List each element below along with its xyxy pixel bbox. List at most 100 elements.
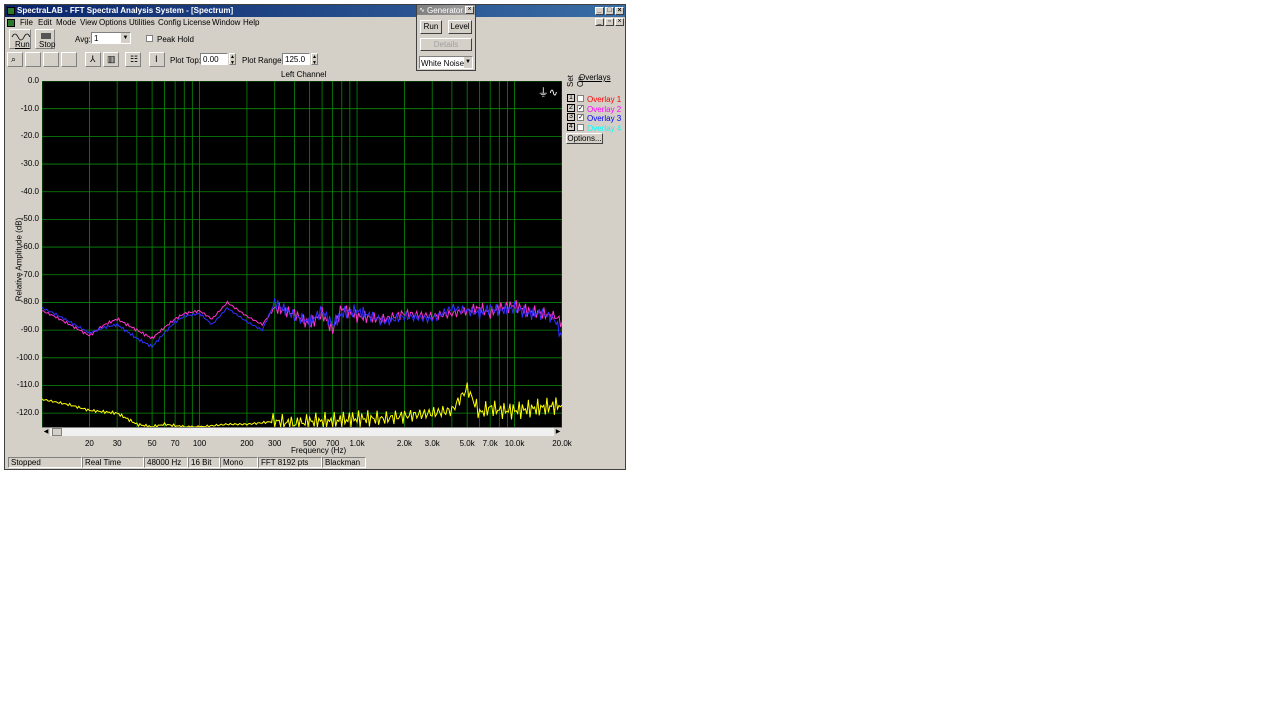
overlay-on-checkbox[interactable] [577, 123, 584, 131]
x-tick-label: 100 [192, 439, 207, 448]
plot-title: Left Channel [281, 70, 327, 79]
line-mode-button[interactable]: ⅄ [85, 52, 101, 67]
plot-range-spinner[interactable]: ▲ ▼ [311, 53, 318, 66]
bar-mode-button[interactable]: ▥ [103, 52, 119, 67]
stop-button[interactable]: Stop [35, 29, 55, 49]
plot-range-input[interactable]: 125.0 [282, 53, 310, 65]
overlay-options-button[interactable]: Options... [566, 133, 603, 144]
plot-top-label: Plot Top: [170, 56, 201, 65]
avg-label: Avg: [75, 35, 91, 44]
overlay-on-checkbox[interactable]: ✓ [577, 114, 584, 121]
generator-details-button[interactable]: Details [420, 38, 472, 51]
mdi-close-button[interactable]: × [615, 18, 624, 26]
menu-file[interactable]: File [20, 18, 33, 27]
cursor-button[interactable]: Ⅰ [149, 52, 165, 67]
status-window: Blackman [322, 457, 366, 468]
scroll-right-icon[interactable]: ▶ [554, 428, 562, 436]
overlays-set-header: Set [566, 74, 575, 87]
menu-view[interactable]: View [80, 18, 97, 27]
chevron-down-icon[interactable]: ▼ [464, 57, 472, 68]
app-icon [7, 7, 15, 15]
status-state: Stopped [8, 457, 82, 468]
chevron-down-icon[interactable]: ▼ [121, 33, 130, 43]
x-tick-label: 3.0k [424, 439, 440, 448]
overlays-on-header: On [576, 76, 585, 87]
menu-license[interactable]: License [183, 18, 211, 27]
zoom-y-button[interactable] [43, 52, 59, 67]
overlay-set-button[interactable]: 1 [567, 94, 575, 102]
maximize-button[interactable]: □ [605, 7, 614, 15]
generator-close-button[interactable]: × [465, 6, 474, 14]
signal-icon[interactable]: ⏚∿ [538, 84, 558, 100]
menu-options[interactable]: Options [99, 18, 127, 27]
avg-select[interactable]: 1 ▼ [91, 32, 131, 44]
menu-edit[interactable]: Edit [38, 18, 52, 27]
x-axis-label: Frequency (Hz) [291, 446, 347, 455]
mdi-restore-button[interactable]: ▫ [605, 18, 614, 26]
plot-top-input[interactable]: 0.00 [200, 53, 228, 65]
scroll-left-icon[interactable]: ◀ [42, 428, 50, 436]
series-line-3 [41, 382, 563, 428]
horizontal-scrollbar[interactable]: ◀ ▶ [42, 427, 562, 436]
x-tick-label: 30 [112, 439, 122, 448]
generator-title-bar[interactable]: ∿ Generator × [417, 5, 475, 15]
bars-icon: ▥ [107, 54, 116, 64]
zoom-button[interactable]: ⌕ [7, 52, 23, 67]
status-bits: 16 Bit [188, 457, 220, 468]
overlay-set-button[interactable]: 4 [567, 122, 575, 131]
y-axis-label: Relative Amplitude (dB) [14, 217, 24, 302]
y-tick-label: 0.0 [27, 76, 39, 85]
status-bar: Stopped Real Time 48000 Hz 16 Bit Mono F… [6, 457, 624, 468]
generator-icon: ∿ [419, 7, 425, 14]
line-icon: ⅄ [90, 54, 96, 64]
y-tick-label: -120.0 [16, 408, 39, 418]
overlay-label: Overlay 4 [587, 123, 622, 133]
overlay-on-checkbox[interactable]: ✓ [577, 104, 584, 112]
y-tick-label: -30.0 [20, 159, 39, 169]
y-tick-label: -20.0 [20, 131, 39, 141]
menu-utilities[interactable]: Utilities [129, 18, 155, 27]
overlay-set-button[interactable]: 2 [567, 103, 575, 112]
plot-top-spinner[interactable]: ▲ ▼ [229, 53, 236, 66]
generator-signal-select[interactable]: White Noise ▼ [419, 56, 473, 69]
y-tick-label: -90.0 [20, 325, 39, 335]
document-icon[interactable] [7, 19, 15, 27]
x-tick-label: 1.0k [349, 439, 365, 448]
status-channels: Mono [220, 457, 258, 468]
plot-range-label: Plot Range: [242, 56, 284, 65]
title-bar[interactable]: SpectraLAB - FFT Spectral Analysis Syste… [5, 5, 625, 17]
menu-help[interactable]: Help [243, 18, 259, 27]
x-tick-label: 10.0k [504, 439, 525, 448]
magnifier-icon: ⌕ [11, 54, 17, 64]
zoom-x-button[interactable] [25, 52, 41, 67]
menu-bar: File Edit Mode View Options Utilities Co… [5, 17, 625, 28]
scroll-thumb[interactable] [52, 428, 62, 436]
status-sample-rate: 48000 Hz [144, 457, 188, 468]
menu-mode[interactable]: Mode [56, 18, 76, 27]
table-icon: ☷ [130, 54, 139, 64]
overlay-on-checkbox[interactable] [577, 95, 584, 102]
overlay-set-button[interactable]: 3 [567, 113, 575, 121]
stop-icon [41, 33, 51, 39]
y-tick-label: -110.0 [16, 380, 39, 390]
cursor-icon: Ⅰ [155, 54, 158, 64]
close-button[interactable]: × [615, 7, 624, 15]
spectrum-plot[interactable]: ⏚∿ [41, 80, 563, 428]
generator-window: ∿ Generator × Run Level Details White No… [416, 4, 476, 71]
x-tick-label: 20.0k [552, 439, 572, 448]
status-mode: Real Time [82, 457, 144, 468]
mdi-minimize-button[interactable]: _ [595, 18, 604, 26]
minimize-button[interactable]: _ [595, 7, 604, 15]
overlay-label: Overlay 3 [587, 114, 622, 123]
table-button[interactable]: ☷ [125, 52, 141, 67]
generator-level-button[interactable]: Level [448, 20, 472, 34]
zoom-full-button[interactable] [61, 52, 77, 67]
spectrum-svg [41, 80, 563, 428]
generator-run-button[interactable]: Run [420, 20, 442, 34]
menu-config[interactable]: Config [158, 18, 181, 27]
y-tick-label: -10.0 [20, 103, 39, 113]
x-tick-label: 200 [240, 439, 254, 448]
menu-window[interactable]: Window [212, 18, 240, 27]
run-button[interactable]: Run [9, 29, 31, 49]
peak-hold-checkbox[interactable] [146, 35, 153, 42]
